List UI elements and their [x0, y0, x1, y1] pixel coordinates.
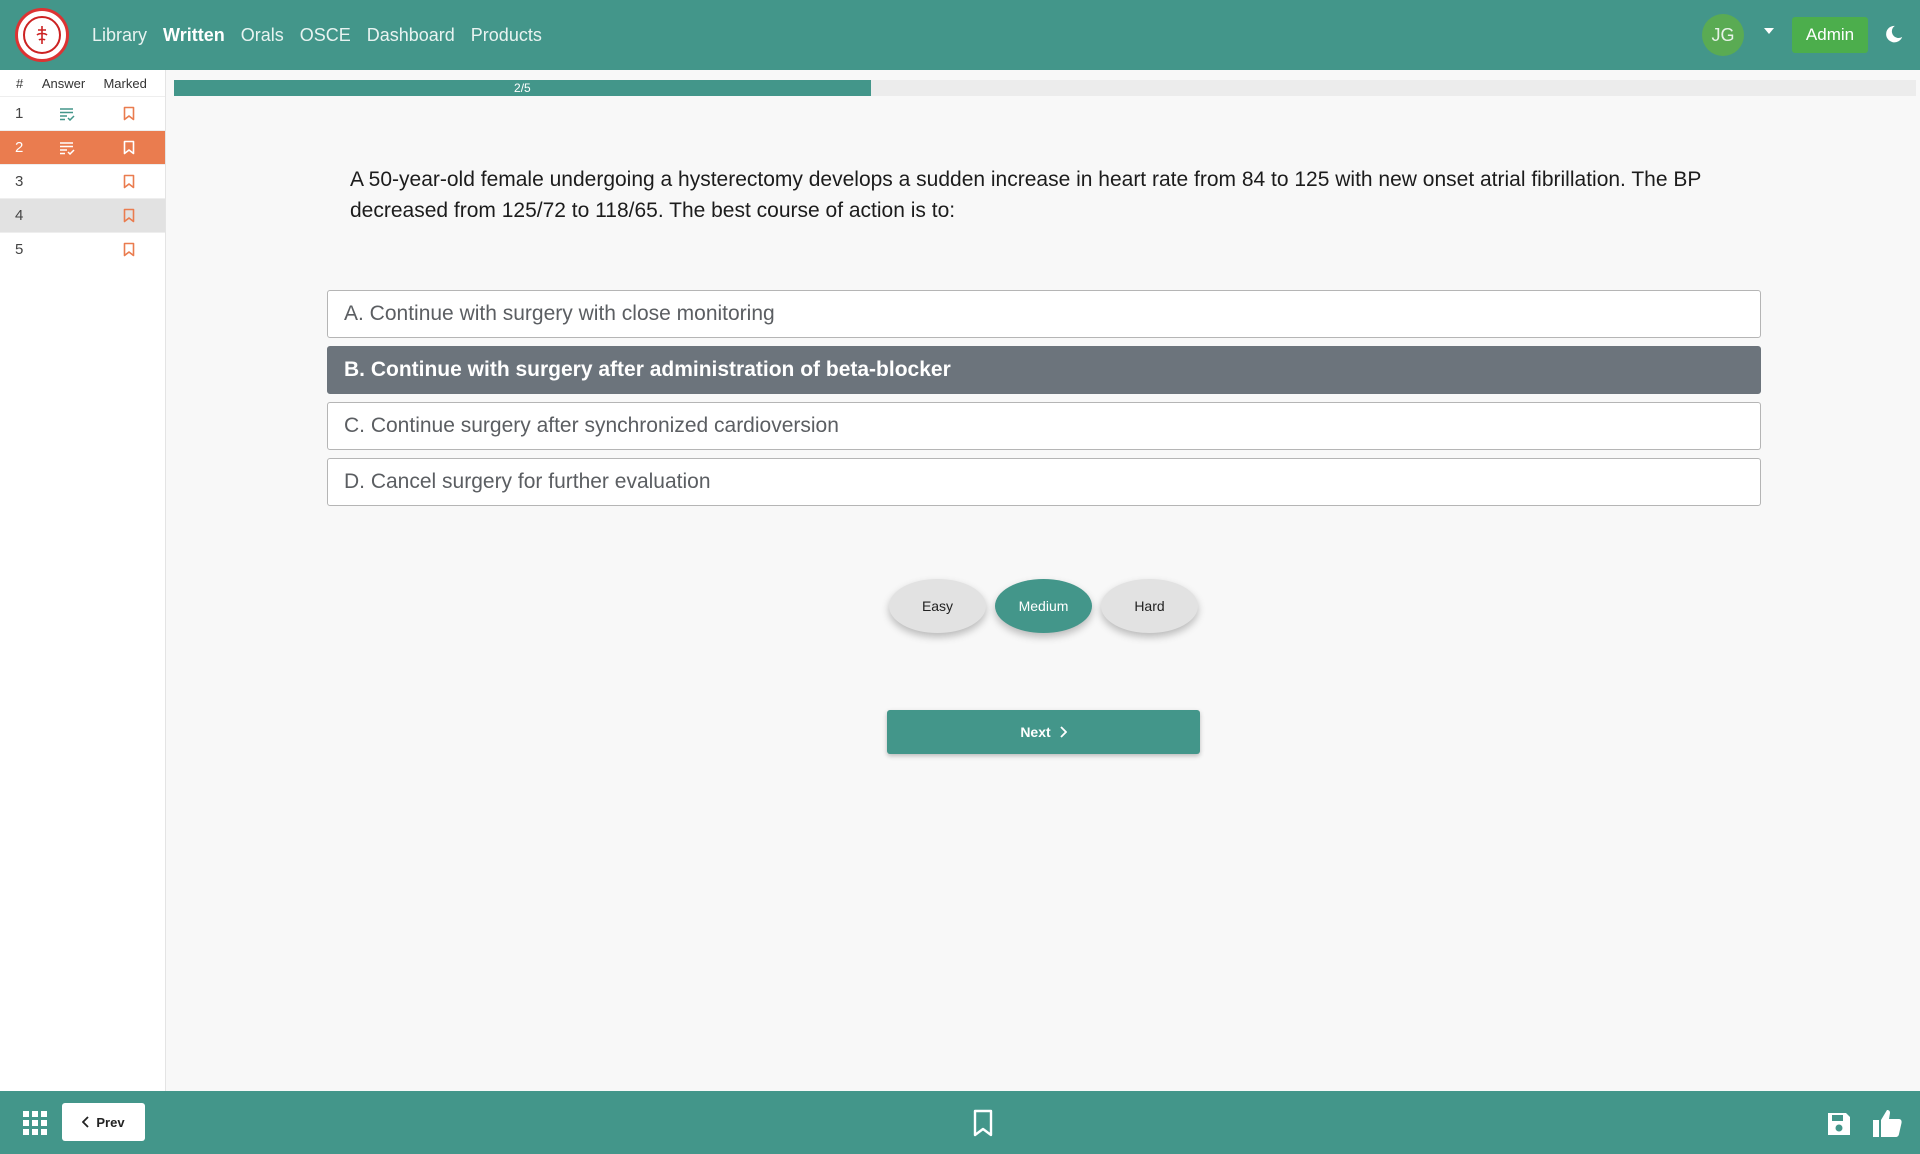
marked-toggle[interactable]	[93, 106, 165, 121]
answer-options: A. Continue with surgery with close moni…	[327, 290, 1761, 514]
save-icon[interactable]	[1826, 1111, 1852, 1137]
nav-orals[interactable]: Orals	[241, 25, 284, 46]
list-check-icon	[59, 141, 75, 155]
marked-toggle[interactable]	[93, 174, 165, 189]
nav-library[interactable]: Library	[92, 25, 147, 46]
question-navigator: # Answer Marked 1 2 3 4 5	[0, 70, 166, 1091]
question-row[interactable]: 5	[0, 232, 165, 266]
bookmark-outline-icon	[123, 208, 135, 223]
bookmark-outline-icon	[123, 140, 135, 155]
difficulty-medium-button[interactable]: Medium	[995, 579, 1092, 633]
question-number: 5	[15, 241, 24, 258]
chevron-down-icon[interactable]	[1764, 28, 1774, 34]
next-label: Next	[1020, 724, 1051, 740]
question-row[interactable]: 3	[0, 164, 165, 198]
difficulty-hard-button[interactable]: Hard	[1101, 579, 1198, 633]
difficulty-selector: Easy Medium Hard	[889, 579, 1198, 633]
question-number: 4	[15, 207, 24, 224]
university-logo[interactable]	[15, 8, 69, 62]
question-number: 3	[15, 173, 24, 190]
admin-button[interactable]: Admin	[1792, 17, 1868, 53]
nav-products[interactable]: Products	[471, 25, 542, 46]
navigator-header: # Answer Marked	[0, 70, 165, 96]
answer-option-d[interactable]: D. Cancel surgery for further evaluation	[327, 458, 1761, 506]
answer-status	[40, 141, 94, 155]
header-marked: Marked	[103, 75, 147, 91]
top-navbar: Library Written Orals OSCE Dashboard Pro…	[0, 0, 1920, 70]
question-number: 2	[15, 139, 24, 156]
nav-written[interactable]: Written	[163, 25, 225, 46]
difficulty-easy-button[interactable]: Easy	[889, 579, 986, 633]
chevron-left-icon	[82, 1116, 90, 1128]
progress-fill: 2/5	[174, 80, 871, 96]
bookmark-outline-icon	[123, 106, 135, 121]
nav-dashboard[interactable]: Dashboard	[367, 25, 455, 46]
user-avatar[interactable]: JG	[1702, 14, 1744, 56]
header-number: #	[16, 75, 24, 91]
marked-toggle[interactable]	[93, 140, 165, 155]
answer-status	[40, 107, 94, 121]
question-row[interactable]: 1	[0, 96, 165, 130]
chevron-right-icon	[1060, 726, 1067, 738]
marked-toggle[interactable]	[93, 242, 165, 257]
answer-option-a[interactable]: A. Continue with surgery with close moni…	[327, 290, 1761, 338]
list-check-icon	[59, 107, 75, 121]
grid-icon[interactable]	[23, 1111, 47, 1135]
answer-option-b[interactable]: B. Continue with surgery after administr…	[327, 346, 1761, 394]
bookmark-icon[interactable]	[971, 1109, 995, 1137]
prev-button[interactable]: Prev	[62, 1103, 145, 1141]
next-button[interactable]: Next	[887, 710, 1200, 754]
university-seal-icon	[23, 16, 61, 54]
question-stem: A 50-year-old female undergoing a hyster…	[350, 168, 1701, 222]
bookmark-outline-icon	[123, 174, 135, 189]
progress-bar: 2/5	[174, 80, 1916, 96]
answer-option-c[interactable]: C. Continue surgery after synchronized c…	[327, 402, 1761, 450]
nav-osce[interactable]: OSCE	[300, 25, 351, 46]
question-number: 1	[15, 105, 24, 122]
moon-icon[interactable]	[1882, 24, 1904, 46]
prev-label: Prev	[96, 1114, 125, 1130]
bottom-toolbar: Prev	[0, 1091, 1920, 1154]
main-nav: Library Written Orals OSCE Dashboard Pro…	[92, 0, 542, 70]
thumbs-up-icon[interactable]	[1872, 1108, 1904, 1138]
header-answer: Answer	[41, 75, 86, 91]
question-row[interactable]: 4	[0, 198, 165, 232]
bookmark-outline-icon	[123, 242, 135, 257]
marked-toggle[interactable]	[93, 208, 165, 223]
question-row[interactable]: 2	[0, 130, 165, 164]
